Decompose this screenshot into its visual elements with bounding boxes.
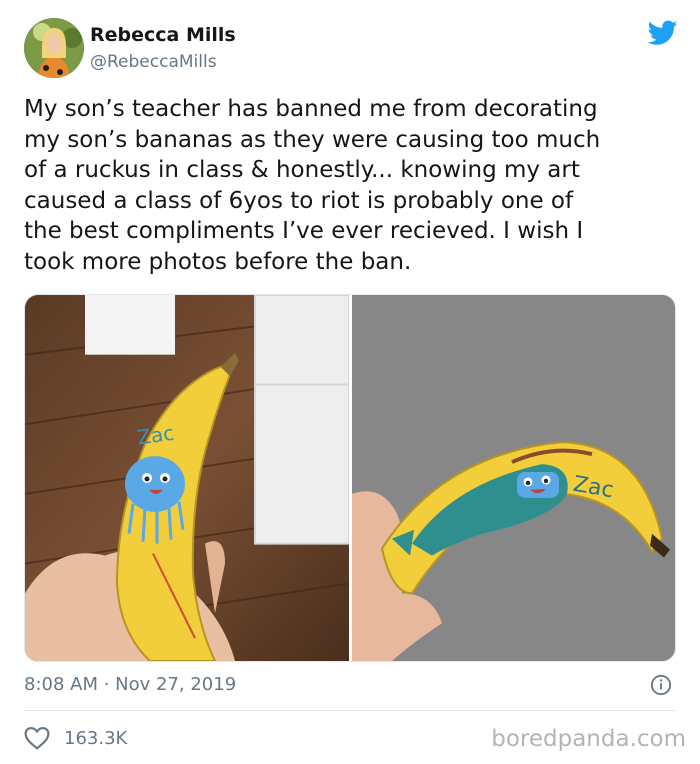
source-watermark: boredpanda.com (491, 726, 686, 752)
heart-icon (24, 726, 50, 750)
tweet-line: My son’s teacher has banned me from deco… (24, 96, 598, 122)
tweet-line: caused a class of 6yos to riot is probab… (24, 187, 574, 214)
avatar-image (24, 18, 84, 78)
tweet-text: My son’s teacher has banned me from deco… (24, 94, 674, 277)
tweet-line: the best compliments I’ve ever recieved.… (24, 218, 584, 244)
tweet-media[interactable]: Zac Zac (24, 294, 676, 662)
photo-banana-jellyfish[interactable]: Zac (25, 295, 349, 661)
twitter-bird-icon[interactable] (648, 20, 678, 46)
display-name[interactable]: Rebecca Mills (90, 24, 236, 46)
action-divider (24, 710, 676, 711)
tweet-header: Rebecca Mills @RebeccaMills (24, 18, 684, 80)
banana-label-left: Zac (136, 421, 176, 450)
like-button[interactable]: 163.3K (24, 724, 127, 752)
tweet-line: took more photos before the ban. (24, 248, 412, 275)
like-count: 163.3K (64, 727, 128, 749)
tweet-timestamp[interactable]: 8:08 AM · Nov 27, 2019 (24, 674, 236, 695)
info-icon[interactable] (650, 674, 672, 696)
user-handle[interactable]: @RebeccaMills (90, 52, 217, 72)
photo-banana-whale[interactable]: Zac (352, 295, 676, 661)
avatar[interactable] (24, 18, 84, 78)
tweet-line: my son’s bananas as they were causing to… (24, 126, 601, 153)
tweet-line: of a ruckus in class & honestly... knowi… (24, 157, 580, 183)
